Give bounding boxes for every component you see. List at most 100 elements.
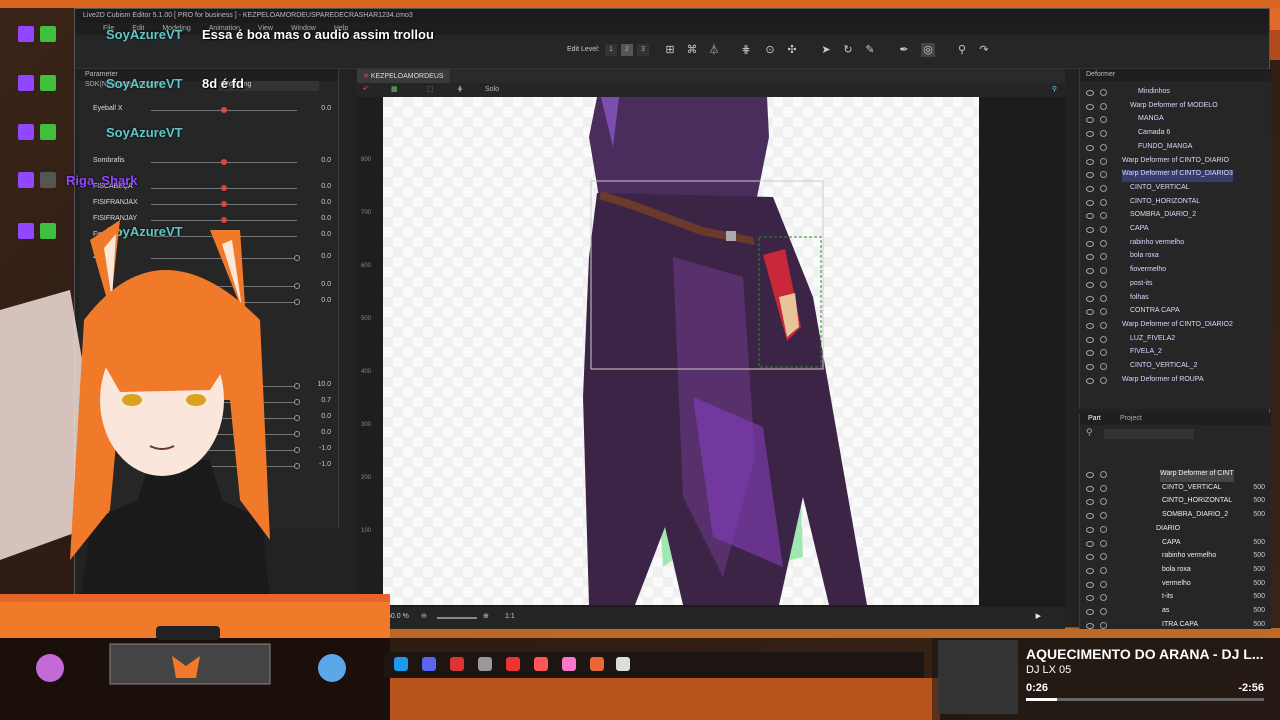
visibility-eye-icon[interactable] (1086, 172, 1094, 179)
visibility-eye-icon[interactable] (1086, 295, 1094, 302)
deformer-item[interactable]: Warp Deformer of CINTO_DIARIO3 (1122, 170, 1233, 183)
lock-toggle[interactable] (1100, 308, 1107, 316)
lock-toggle[interactable] (1100, 212, 1107, 220)
brush-icon[interactable]: ✎ (863, 43, 877, 57)
part-item[interactable]: DIARIO (1156, 525, 1180, 537)
visibility-eye-icon[interactable] (1086, 90, 1094, 96)
deformer-item[interactable]: rabinho vermelho (1130, 239, 1184, 251)
lock-toggle[interactable] (1100, 471, 1107, 478)
zoom-slider[interactable] (437, 617, 477, 619)
part-item[interactable]: rabinho vermelho (1162, 552, 1216, 564)
lock-toggle[interactable] (1100, 580, 1107, 588)
tab-part[interactable]: Part (1088, 415, 1101, 422)
deformer-item[interactable]: folhas (1130, 294, 1149, 306)
part-item[interactable]: vermelho (1162, 580, 1191, 592)
deformer-item[interactable]: bola roxa (1130, 252, 1159, 264)
zoom-in-icon[interactable]: ⊕ (483, 612, 489, 620)
visibility-eye-icon[interactable] (1086, 472, 1094, 478)
visibility-eye-icon[interactable] (1086, 364, 1094, 370)
tab-project[interactable]: Project (1120, 415, 1142, 422)
filter-icon[interactable]: ⏃ (707, 43, 721, 57)
visibility-eye-icon[interactable] (1086, 526, 1094, 533)
part-item[interactable]: CAPA (1162, 539, 1181, 551)
mesh-icon[interactable]: ⊞ (663, 43, 677, 57)
youtube-icon[interactable] (506, 657, 520, 671)
obs-icon[interactable] (450, 657, 464, 671)
visibility-eye-icon[interactable] (1086, 158, 1094, 165)
ratio-button[interactable]: 1:1 (505, 613, 515, 620)
part-search-input[interactable] (1104, 429, 1194, 439)
part-item[interactable]: ITRA CAPA (1162, 621, 1198, 629)
visibility-eye-icon[interactable] (1086, 622, 1094, 629)
deformer-item[interactable]: post-its (1130, 280, 1153, 292)
edit-level-2[interactable]: 2 (621, 44, 633, 56)
lock-toggle[interactable] (1100, 143, 1107, 151)
pointer-icon[interactable]: ➤ (819, 43, 833, 57)
deformer-item[interactable]: CINTO_VERTICAL_2 (1130, 362, 1197, 374)
lock-toggle[interactable] (1100, 130, 1107, 138)
zoom-out-icon[interactable]: ⊖ (421, 612, 427, 620)
lock-toggle[interactable] (1100, 498, 1107, 506)
lock-toggle[interactable] (1100, 608, 1107, 615)
lock-toggle[interactable] (1100, 116, 1107, 124)
edit-level-3[interactable]: 3 (637, 44, 649, 56)
folder-icon[interactable] (562, 657, 576, 671)
physics-icon[interactable]: ✣ (785, 43, 799, 57)
lock-toggle[interactable] (1100, 349, 1107, 357)
cursor-icon[interactable] (616, 657, 630, 671)
part-item[interactable]: CINTO_HORIZONTAL (1162, 497, 1232, 509)
lock-toggle[interactable] (1100, 239, 1107, 247)
redo-icon[interactable]: ↷ (977, 43, 991, 57)
lock-toggle[interactable] (1100, 226, 1107, 233)
deformer-item[interactable]: CINTO_HORIZONTAL (1130, 198, 1200, 210)
visibility-eye-icon[interactable] (1086, 199, 1094, 206)
edit-level-1[interactable]: 1 (605, 44, 617, 56)
grid-icon[interactable]: ⋕ (739, 43, 753, 57)
visibility-eye-icon[interactable] (1086, 595, 1094, 602)
lock-toggle[interactable] (1100, 484, 1107, 492)
deformer-item[interactable]: fiovermelho (1130, 266, 1166, 278)
pen-icon[interactable]: ✒ (897, 43, 911, 57)
pin-icon[interactable]: ⚲ (1052, 85, 1057, 93)
deformer-item[interactable]: FIVELA_2 (1130, 348, 1162, 360)
filter-icon[interactable]: ⚲ (1086, 427, 1093, 438)
visibility-eye-icon[interactable] (1086, 322, 1094, 329)
parameter-row[interactable]: Sombrafis 0.0 (79, 155, 337, 169)
lock-toggle[interactable] (1100, 267, 1107, 275)
lock-toggle[interactable] (1100, 335, 1107, 343)
deformer-item[interactable]: SOMBRA_DIARIO_2 (1130, 211, 1196, 223)
visibility-eye-icon[interactable] (1086, 185, 1094, 192)
visibility-eye-icon[interactable] (1086, 103, 1094, 110)
visibility-eye-icon[interactable] (1086, 513, 1094, 520)
lock-toggle[interactable] (1100, 594, 1107, 602)
lock-toggle[interactable] (1100, 363, 1107, 370)
lock-toggle[interactable] (1100, 566, 1107, 574)
visibility-eye-icon[interactable] (1086, 131, 1094, 138)
part-item[interactable]: SOMBRA_DIARIO_2 (1162, 511, 1228, 523)
visibility-eye-icon[interactable] (1086, 227, 1094, 233)
lock-toggle[interactable] (1100, 89, 1107, 96)
visibility-eye-icon[interactable] (1086, 117, 1094, 124)
lock-toggle[interactable] (1100, 198, 1107, 206)
deformer-item[interactable]: FUNDO_MANGA (1138, 143, 1192, 155)
deformer-item[interactable]: Warp Deformer of CINTO_DIARIO2 (1122, 321, 1233, 333)
visibility-eye-icon[interactable] (1086, 240, 1094, 247)
deform-icon[interactable]: ⌘ (685, 43, 699, 57)
deformer-item[interactable]: Warp Deformer of CINTO_DIARIO (1122, 157, 1229, 169)
lock-toggle[interactable] (1100, 376, 1107, 384)
rotate-icon[interactable]: ↻ (841, 43, 855, 57)
visibility-eye-icon[interactable] (1086, 336, 1094, 343)
discord-icon[interactable] (422, 657, 436, 671)
part-item[interactable]: CINTO_VERTICAL (1162, 484, 1222, 496)
visibility-eye-icon[interactable] (1086, 144, 1094, 151)
lock-toggle[interactable] (1100, 525, 1107, 533)
visibility-eye-icon[interactable] (1086, 567, 1094, 574)
lock-toggle[interactable] (1100, 253, 1107, 261)
lock-toggle[interactable] (1100, 539, 1107, 547)
visibility-eye-icon[interactable] (1086, 213, 1094, 220)
visibility-eye-icon[interactable] (1086, 254, 1094, 261)
deformer-item[interactable]: CONTRA CAPA (1130, 307, 1180, 319)
part-item[interactable]: t-its (1162, 593, 1173, 605)
part-item[interactable]: as (1162, 607, 1169, 619)
part-item[interactable]: bola roxa (1162, 566, 1191, 578)
